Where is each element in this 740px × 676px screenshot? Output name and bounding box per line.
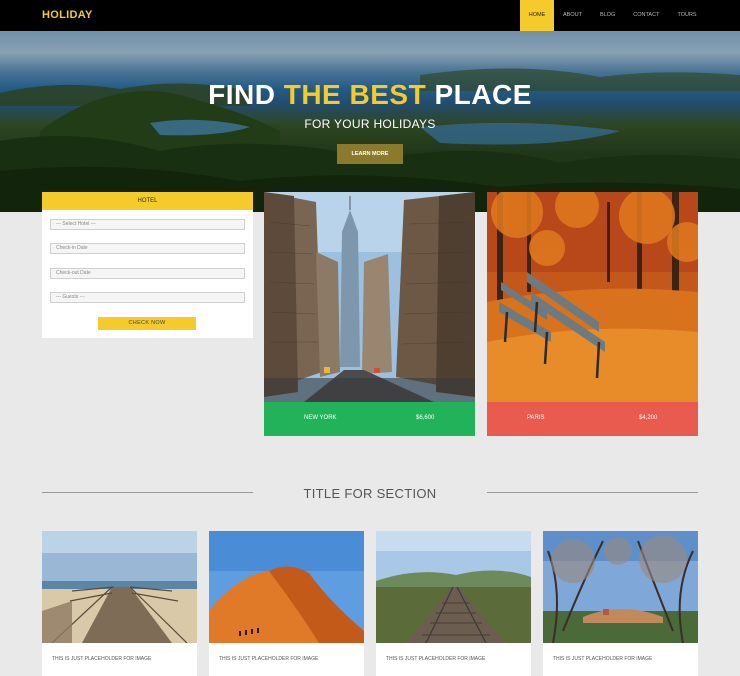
hotel-select[interactable]: --- Select Hotel --- [50, 219, 245, 230]
hero-title-part1: FIND [208, 79, 284, 110]
form-heading: HOTEL [42, 192, 253, 210]
new-york-info-bar: NEW YORK $6,600 [264, 402, 475, 436]
orchard-image [543, 531, 698, 643]
nav-item-blog[interactable]: BLOG [591, 0, 624, 31]
section-title: TITLE FOR SECTION [303, 486, 437, 501]
nav-item-contact[interactable]: CONTACT [624, 0, 668, 31]
desert-image [209, 531, 364, 643]
hero-subtitle: FOR YOUR HOLIDAYS [304, 117, 436, 131]
destination-name: PARIS [527, 415, 545, 421]
hotel-booking-form: HOTEL --- Select Hotel --- Check-in Date… [42, 192, 253, 338]
top-navbar: HOLIDAY HOME ABOUT BLOG CONTACT TOURS [0, 0, 740, 31]
destination-name: NEW YORK [304, 415, 337, 421]
destination-price: $4,200 [639, 415, 658, 421]
gallery-card-railway[interactable]: THIS IS JUST PLACEHOLDER FOR IMAGE [376, 531, 531, 676]
gallery-card-orchard[interactable]: THIS IS JUST PLACEHOLDER FOR IMAGE [543, 531, 698, 676]
destination-price: $6,600 [416, 415, 435, 421]
paris-info-bar: PARIS $4,200 [487, 402, 698, 436]
main-nav: HOME ABOUT BLOG CONTACT TOURS [520, 0, 706, 31]
section-divider-right [487, 492, 698, 493]
railway-image [376, 531, 531, 643]
check-now-button[interactable]: CHECK NOW [98, 317, 196, 330]
destination-card-paris[interactable]: PARIS $4,200 [487, 192, 698, 436]
section-divider-left [42, 492, 253, 493]
paris-image [487, 192, 698, 402]
gallery-caption: THIS IS JUST PLACEHOLDER FOR IMAGE [219, 656, 319, 662]
hero-banner: FIND THE BEST PLACE FOR YOUR HOLIDAYS LE… [0, 31, 740, 212]
pier-image [42, 531, 197, 643]
hero-title-highlight: THE BEST [283, 79, 427, 110]
gallery-caption: THIS IS JUST PLACEHOLDER FOR IMAGE [52, 656, 152, 662]
check-out-date-input[interactable]: Check-out Date [50, 268, 245, 279]
nav-item-about[interactable]: ABOUT [554, 0, 591, 31]
nav-item-tours[interactable]: TOURS [668, 0, 705, 31]
gallery-caption: THIS IS JUST PLACEHOLDER FOR IMAGE [553, 656, 653, 662]
gallery-caption: THIS IS JUST PLACEHOLDER FOR IMAGE [386, 656, 486, 662]
check-in-date-input[interactable]: Check-in Date [50, 243, 245, 254]
gallery-card-desert[interactable]: THIS IS JUST PLACEHOLDER FOR IMAGE [209, 531, 364, 676]
learn-more-button[interactable]: LEARN MORE [337, 144, 403, 164]
guests-select[interactable]: --- Guests --- [50, 292, 245, 303]
hero-title: FIND THE BEST PLACE [0, 79, 740, 111]
gallery-card-pier[interactable]: THIS IS JUST PLACEHOLDER FOR IMAGE [42, 531, 197, 676]
nav-item-home[interactable]: HOME [520, 0, 554, 31]
brand-logo[interactable]: HOLIDAY [42, 9, 93, 21]
hero-title-part2: PLACE [426, 79, 532, 110]
destination-card-new-york[interactable]: NEW YORK $6,600 [264, 192, 475, 436]
new-york-image [264, 192, 475, 402]
